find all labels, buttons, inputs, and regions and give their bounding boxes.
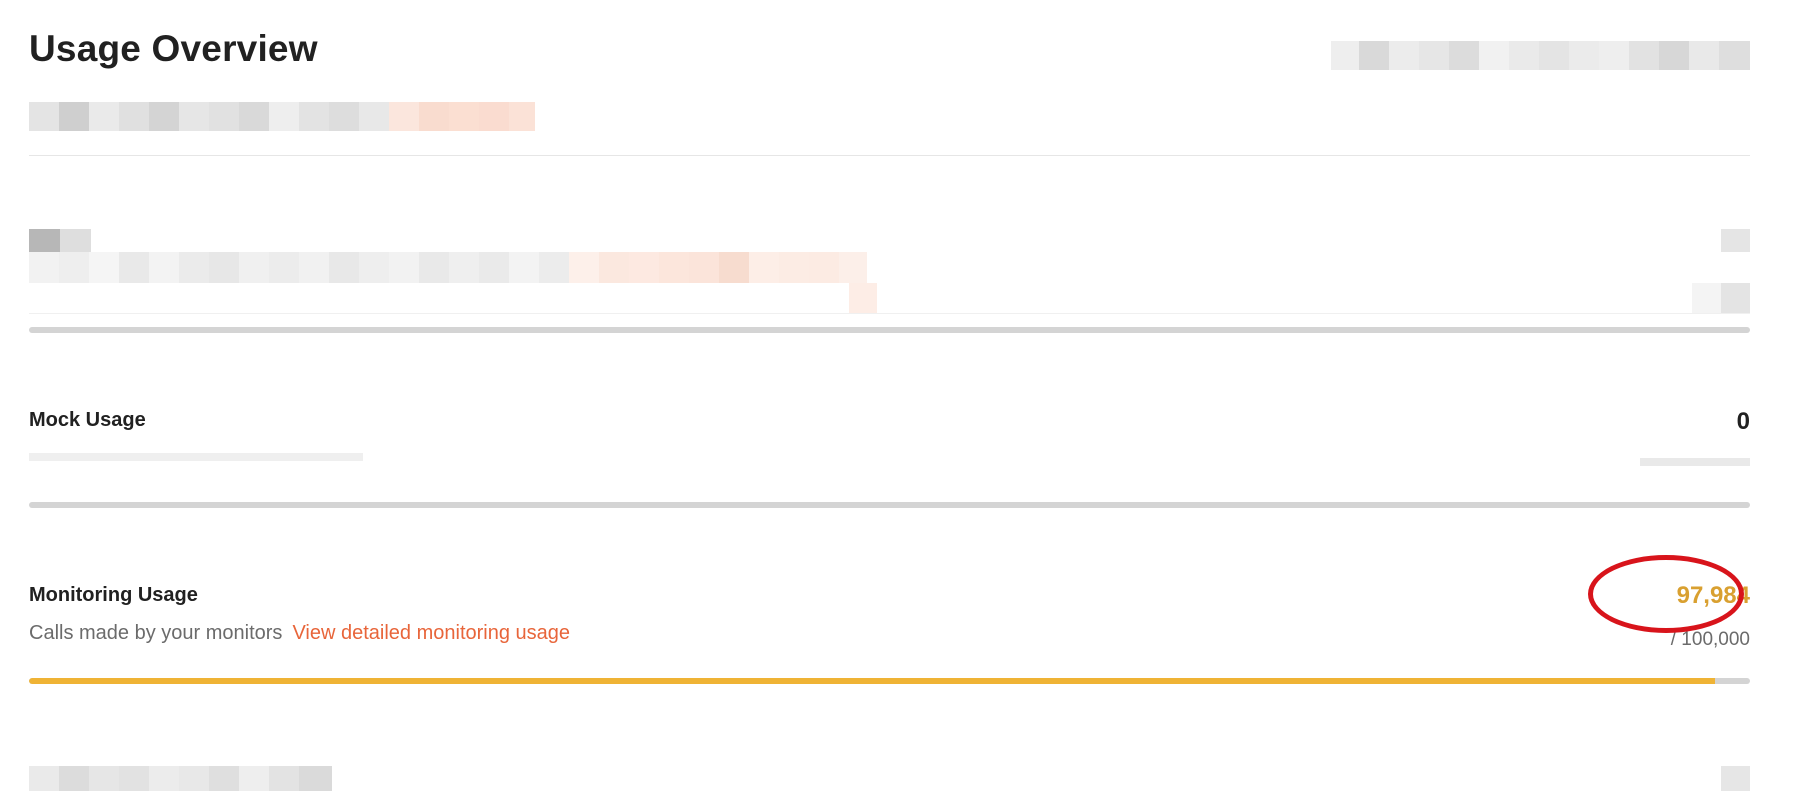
redacted-section-limit	[1692, 283, 1750, 314]
mock-usage-label: Mock Usage	[29, 409, 146, 431]
monitoring-usage-progress-fill	[29, 678, 1716, 684]
redacted-subtitle	[29, 102, 575, 131]
page-title: Usage Overview	[29, 28, 318, 69]
section-divider	[29, 313, 1750, 314]
redacted-next-section-label	[29, 766, 332, 791]
monitoring-usage-description-text: Calls made by your monitors	[29, 622, 283, 644]
header-divider	[29, 155, 1750, 156]
monitoring-usage-label: Monitoring Usage	[29, 584, 198, 606]
usage-overview-page: Usage Overview Mock Usage 0 Monitoring U…	[29, 0, 1750, 791]
redacted-section-progress-bar	[29, 327, 1750, 333]
redacted-mock-limit	[1640, 458, 1750, 466]
view-detailed-monitoring-usage-link[interactable]: View detailed monitoring usage	[292, 622, 570, 644]
redacted-next-section-value	[1721, 766, 1750, 791]
monitoring-usage-progress-bar	[29, 678, 1750, 684]
redacted-section-label	[29, 229, 91, 252]
redacted-header-meta	[1331, 41, 1750, 70]
monitoring-usage-limit: / 100,000	[1670, 629, 1750, 650]
redacted-section-description	[29, 252, 877, 314]
mock-usage-value: 0	[1736, 408, 1750, 435]
monitoring-usage-description: Calls made by your monitors View detailed…	[29, 622, 570, 645]
redacted-mock-description	[29, 453, 363, 461]
monitoring-usage-value: 97,984	[1676, 582, 1750, 609]
redacted-section-value	[1721, 229, 1750, 252]
mock-usage-progress-bar	[29, 502, 1750, 508]
